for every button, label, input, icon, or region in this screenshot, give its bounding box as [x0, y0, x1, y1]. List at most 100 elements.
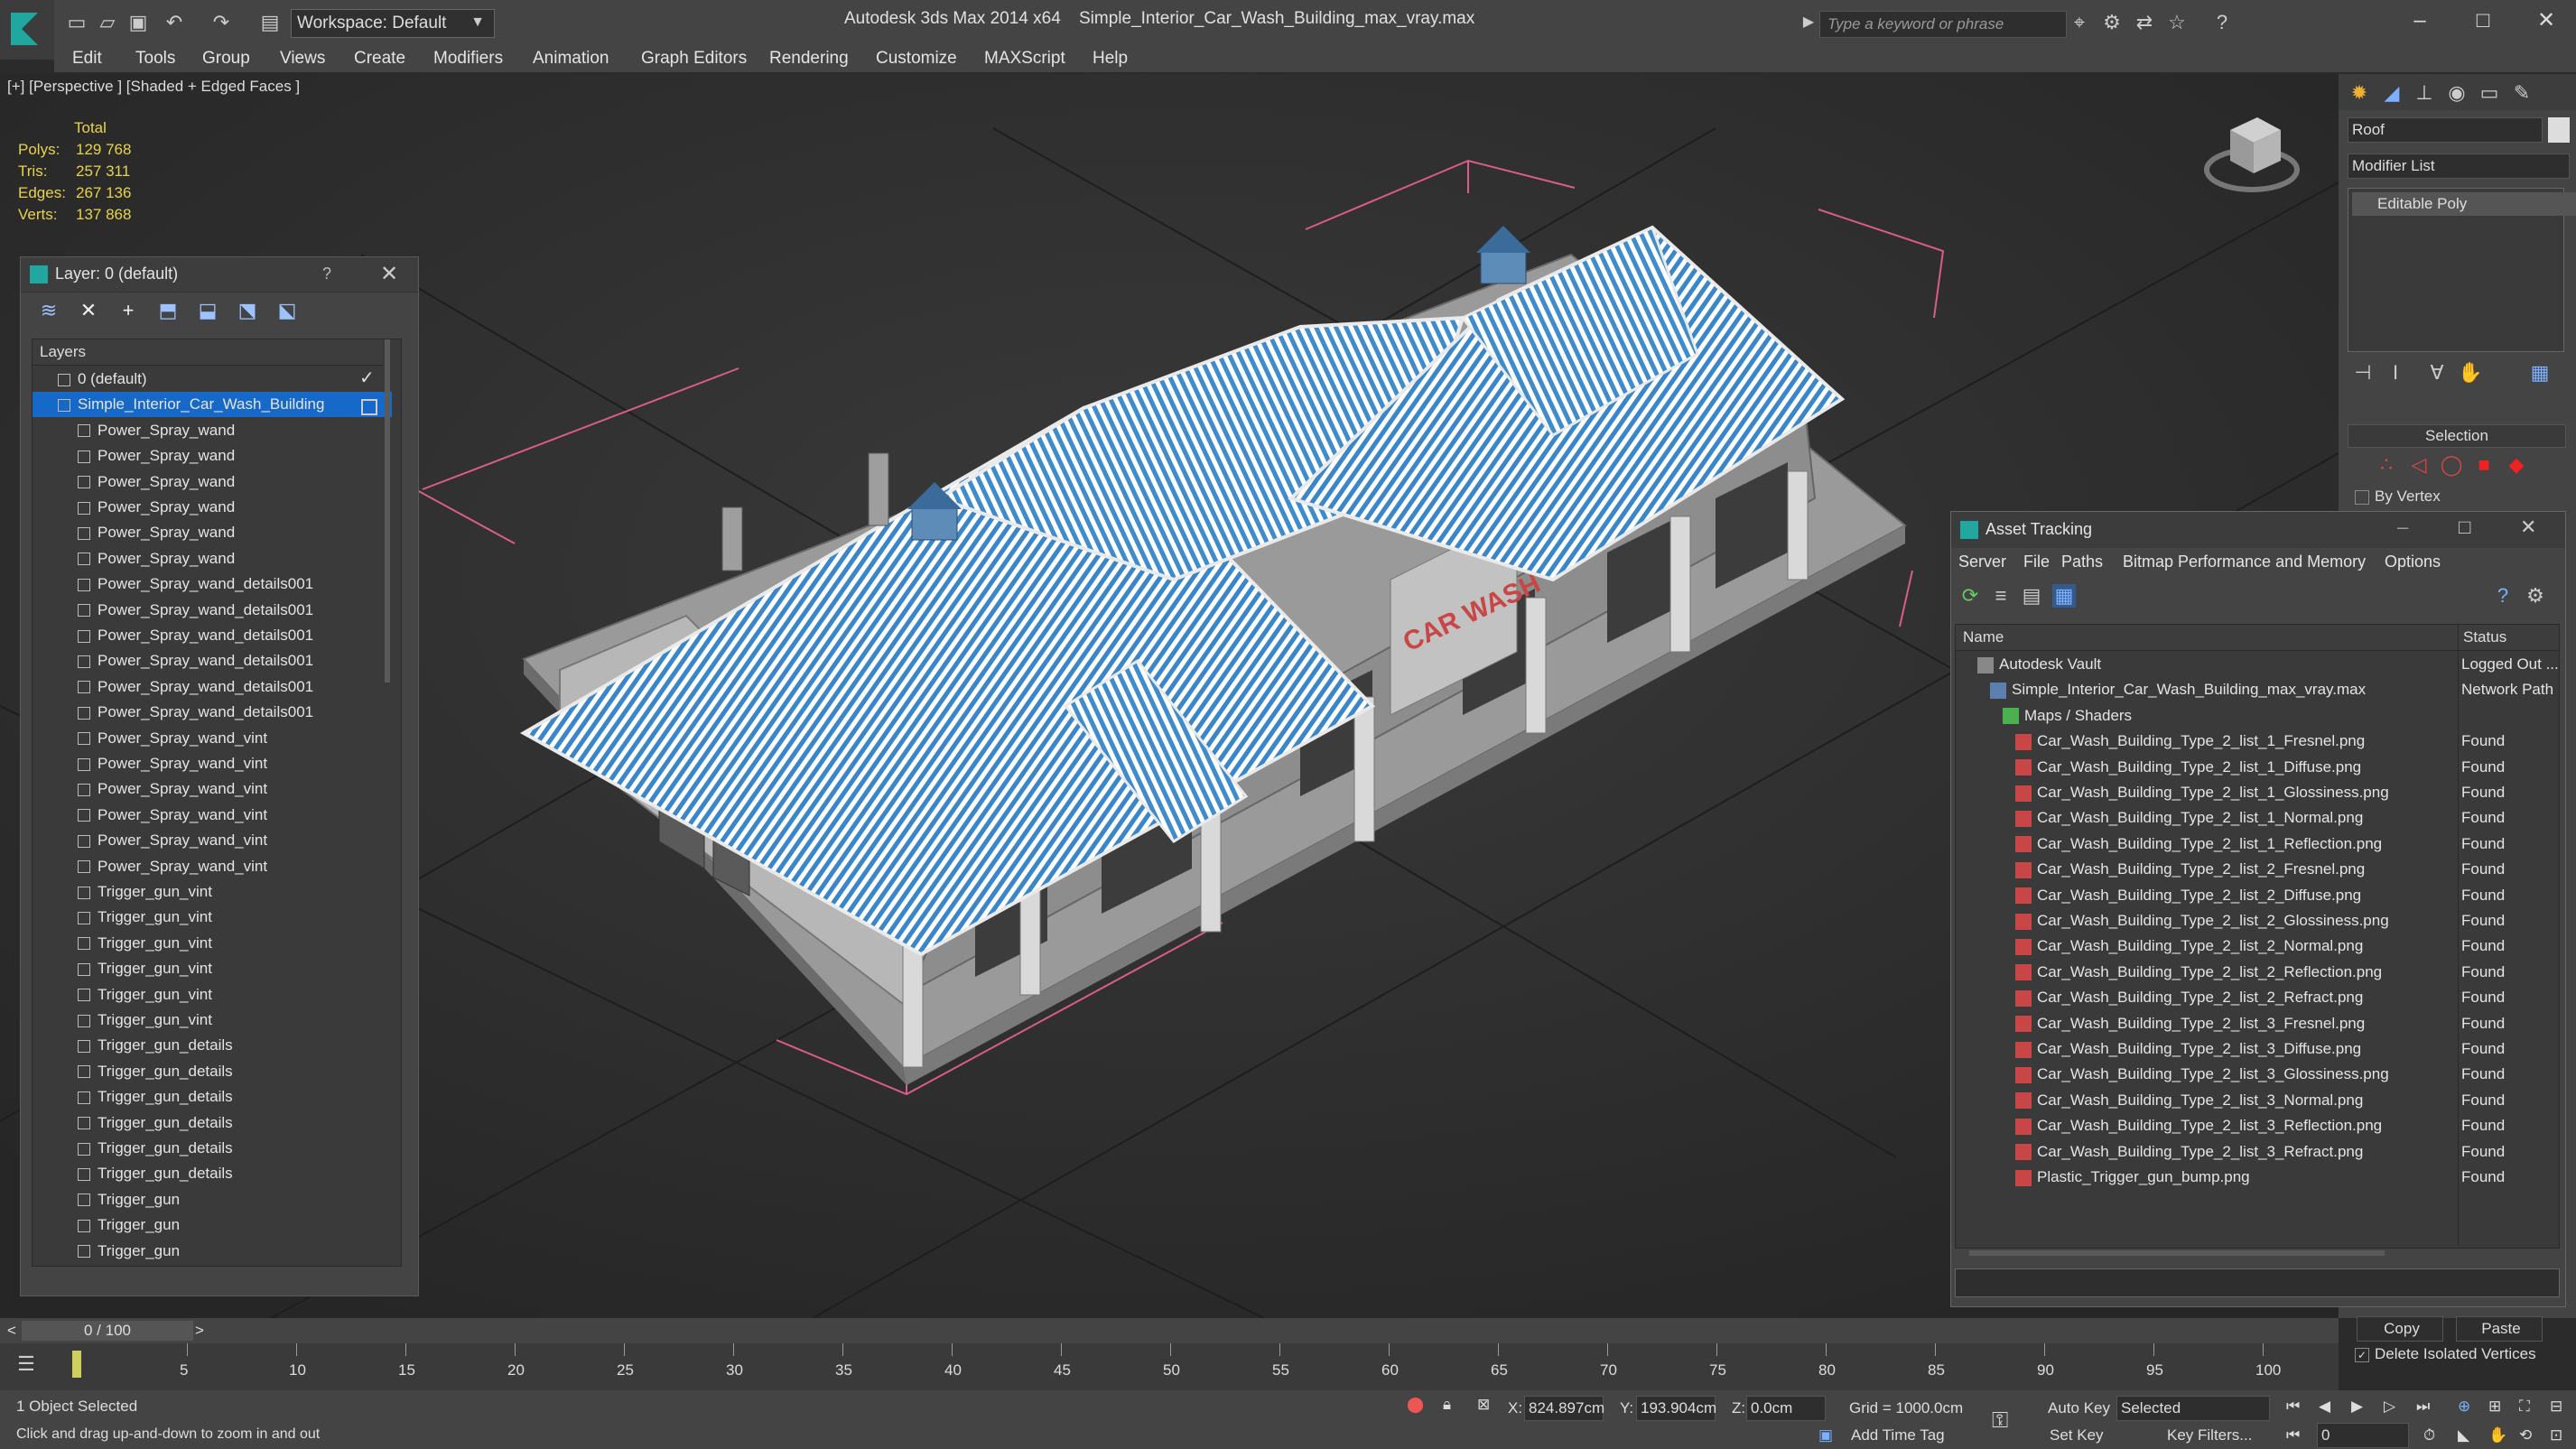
layer-object-row[interactable]: Trigger_gun_vint [33, 931, 401, 956]
layer-object-row[interactable]: Power_Spray_wand [33, 495, 401, 520]
asset-row[interactable]: Car_Wash_Building_Type_2_list_2_Reflecti… [1956, 960, 2559, 985]
auto-key-button[interactable]: Auto Key [2048, 1399, 2110, 1417]
layer-object-row[interactable]: Power_Spray_wand_vint [33, 776, 401, 802]
undo-icon[interactable]: ↶ [163, 11, 186, 34]
stack-item-editable-poly[interactable]: Editable Poly [2352, 192, 2576, 216]
settings-icon[interactable]: ⚙ [2524, 584, 2547, 608]
communication-icon[interactable]: ⚙ [2100, 11, 2124, 34]
freeze-layer-icon[interactable]: ⬕ [275, 299, 299, 322]
select-in-layer-icon[interactable]: ⬒ [156, 299, 180, 322]
layer-object-row[interactable]: Trigger_gun_details [33, 1110, 401, 1136]
pin-stack-icon[interactable]: ⊣ [2351, 361, 2375, 385]
asset-menu-server[interactable]: Server [1958, 553, 2006, 571]
menu-views[interactable]: Views [280, 49, 325, 69]
menu-create[interactable]: Create [354, 49, 405, 69]
asset-row[interactable]: Car_Wash_Building_Type_2_list_2_Diffuse.… [1956, 883, 2559, 908]
create-tab-icon[interactable]: ✹ [2348, 81, 2371, 105]
selection-lock-icon[interactable]: 🔒︎ [1443, 1396, 1451, 1414]
layers-column-header[interactable]: Layers [33, 339, 383, 366]
thumbnail-view-icon[interactable]: ▤ [2020, 584, 2043, 608]
layer-object-row[interactable]: Trigger_gun_vint [33, 956, 401, 981]
track-bar[interactable]: ☰ 5 10 15 20 25 30 35 40 45 50 55 60 65 70 75 80 85 90 95 1… [0, 1343, 2339, 1390]
key-filters-button[interactable]: Key Filters... [2167, 1426, 2252, 1444]
maximize-icon[interactable]: □ [2465, 5, 2501, 36]
menu-graph-editors[interactable]: Graph Editors [641, 49, 747, 69]
column-name[interactable]: Name [1963, 628, 2004, 646]
layer-object-row[interactable]: Power_Spray_wand_details001 [33, 598, 401, 623]
save-file-icon[interactable]: ▣ [126, 11, 150, 34]
copy-button[interactable]: Copy [2357, 1316, 2443, 1342]
layer-object-row[interactable]: Power_Spray_wand_details001 [33, 571, 401, 597]
time-next-icon[interactable]: > [195, 1322, 204, 1340]
key-mode-toggle-icon[interactable]: ⏮ [2286, 1426, 2300, 1444]
object-name-field[interactable]: Roof [2348, 117, 2543, 143]
layer-object-row[interactable]: Power_Spray_wand_details001 [33, 623, 401, 648]
search-input[interactable]: Type a keyword or phrase [1819, 11, 2067, 38]
refresh-icon[interactable]: ⟳ [1958, 584, 1982, 608]
zoom-all-icon[interactable]: ⊞ [2488, 1398, 2501, 1416]
menu-rendering[interactable]: Rendering [769, 49, 849, 69]
time-slider-thumb[interactable]: 0 / 100 [22, 1321, 193, 1341]
layer-object-row[interactable]: Trigger_gun_vint [33, 879, 401, 905]
modify-tab-icon[interactable]: ◢ [2380, 81, 2404, 105]
absolute-mode-icon[interactable]: ⊠ [1477, 1396, 1490, 1414]
modifier-list-dropdown[interactable]: Modifier List [2348, 153, 2570, 179]
delete-isolated-vertices-checkbox[interactable]: ✓ Delete Isolated Vertices [2355, 1345, 2536, 1363]
asset-menu-paths[interactable]: Paths [2061, 553, 2103, 571]
asset-row[interactable]: Car_Wash_Building_Type_2_list_3_Diffuse.… [1956, 1036, 2559, 1062]
layer-row-building[interactable]: Simple_Interior_Car_Wash_Building [33, 392, 392, 418]
asset-row[interactable]: Plastic_Trigger_gun_bump.png Found [1956, 1165, 2559, 1190]
menu-animation[interactable]: Animation [533, 49, 609, 69]
object-color-swatch[interactable] [2548, 117, 2570, 143]
table-view-icon[interactable]: ▦ [2052, 584, 2076, 608]
redo-icon[interactable]: ↷ [209, 11, 233, 34]
mini-curve-editor-icon[interactable]: ☰ [14, 1352, 38, 1376]
asset-menu-bitmap[interactable]: Bitmap Performance and Memory [2123, 553, 2366, 571]
asset-row[interactable]: Car_Wash_Building_Type_2_list_2_Glossine… [1956, 908, 2559, 933]
asset-row[interactable]: Car_Wash_Building_Type_2_list_2_Normal.p… [1956, 933, 2559, 959]
current-layer-check-icon[interactable]: ✓ [359, 367, 375, 389]
layer-object-row[interactable]: Power_Spray_wand [33, 520, 401, 545]
time-config-icon[interactable]: ⏱ [2423, 1426, 2435, 1444]
layer-panel-titlebar[interactable]: Layer: 0 (default) ? ✕ [21, 257, 418, 293]
asset-tracking-titlebar[interactable]: Asset Tracking – □ ✕ [1951, 512, 2565, 548]
set-key-button[interactable]: Set Key [2050, 1426, 2104, 1444]
paste-button[interactable]: Paste [2456, 1316, 2543, 1342]
time-tag-icon[interactable]: ▣ [1818, 1426, 1833, 1444]
delete-layer-icon[interactable]: ✕ [77, 299, 100, 322]
layer-object-row[interactable]: Power_Spray_wand_vint [33, 854, 401, 879]
border-mode-icon[interactable]: ◯ [2440, 453, 2463, 477]
layer-object-row[interactable]: Trigger_gun_details [33, 1033, 401, 1058]
asset-row[interactable]: Autodesk Vault Logged Out ... [1956, 652, 2559, 677]
exchange-icon[interactable]: ⇄ [2133, 11, 2156, 34]
layer-visibility-toggle[interactable] [361, 399, 377, 415]
viewport-label[interactable]: [+] [Perspective ] [Shaded + Edged Faces… [7, 78, 300, 96]
layers-icon[interactable]: ≋ [37, 299, 60, 322]
x-coordinate-field[interactable]: 824.897cm [1524, 1396, 1604, 1421]
motion-tab-icon[interactable]: ◉ [2445, 81, 2469, 105]
y-coordinate-field[interactable]: 193.904cm [1636, 1396, 1716, 1421]
play-arrow-icon[interactable]: ▶ [1797, 11, 1820, 34]
column-status[interactable]: Status [2463, 628, 2506, 646]
asset-row[interactable]: Car_Wash_Building_Type_2_list_2_Refract.… [1956, 985, 2559, 1010]
time-slider[interactable]: < 0 / 100 > [0, 1318, 2339, 1343]
menu-group[interactable]: Group [202, 49, 250, 69]
layer-object-row[interactable]: Power_Spray_wand [33, 469, 401, 495]
hide-layer-icon[interactable]: ⬔ [236, 299, 259, 322]
layer-scrollbar[interactable] [385, 339, 390, 683]
highlight-layer-icon[interactable]: ⬓ [196, 299, 219, 322]
workspace-dropdown[interactable]: Workspace: Default [291, 9, 495, 38]
key-mode-dropdown[interactable]: Selected [2116, 1396, 2270, 1421]
hierarchy-tab-icon[interactable]: ⊥ [2413, 81, 2436, 105]
asset-row[interactable]: Car_Wash_Building_Type_2_list_1_Normal.p… [1956, 805, 2559, 831]
close-icon[interactable]: ✕ [2528, 5, 2564, 36]
layer-object-row[interactable]: Trigger_gun [33, 1212, 401, 1238]
add-time-tag-button[interactable]: Add Time Tag [1851, 1426, 1945, 1444]
close-icon[interactable]: ✕ [380, 261, 398, 287]
edge-mode-icon[interactable]: ◁ [2407, 453, 2431, 477]
asset-row[interactable]: Car_Wash_Building_Type_2_list_3_Fresnel.… [1956, 1011, 2559, 1036]
remove-modifier-icon[interactable]: ✋ [2458, 361, 2482, 385]
asset-row[interactable]: Simple_Interior_Car_Wash_Building_max_vr… [1956, 677, 2559, 702]
asset-row[interactable]: Car_Wash_Building_Type_2_list_1_Fresnel.… [1956, 729, 2559, 754]
layer-object-row[interactable]: Trigger_gun_details [33, 1084, 401, 1110]
